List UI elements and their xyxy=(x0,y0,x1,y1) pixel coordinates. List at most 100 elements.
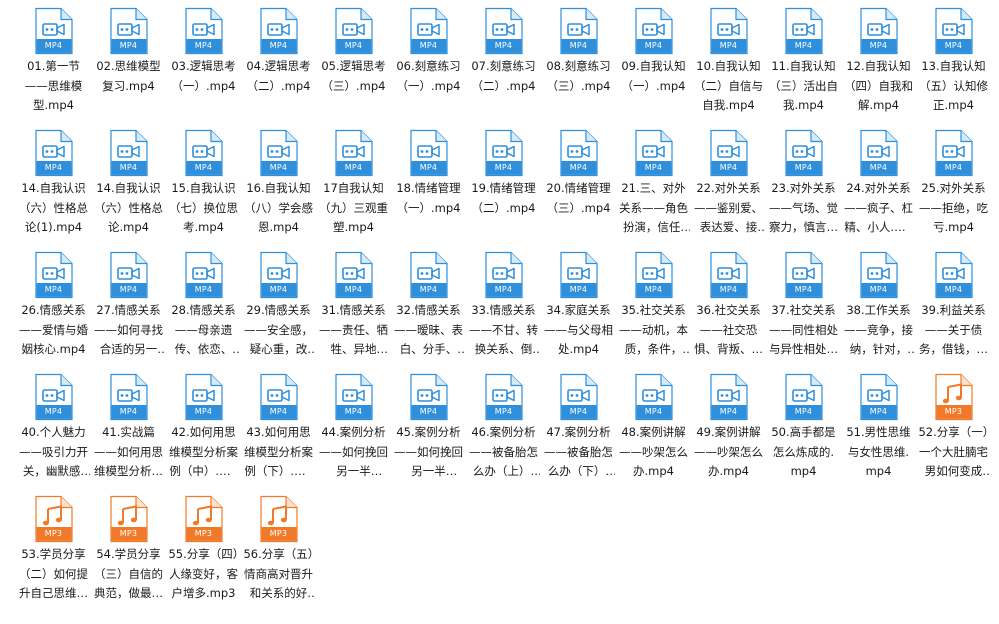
file-name: 54.学员分享（三）自信的典范，做最好的… xyxy=(94,547,163,600)
file-type-tag: MP4 xyxy=(44,285,63,294)
file-item-55[interactable]: MP3 55.分享（四）人缘变好，客户增多.mp3 xyxy=(166,495,241,617)
file-item-2[interactable]: MP4 02.思维模型复习.mp4 xyxy=(91,7,166,129)
file-item-30[interactable]: MP4 29.情感关系——安全感，疑心重，改变… xyxy=(241,251,316,373)
file-item-42[interactable]: MP4 42.如何用思维模型分析案例（中）.mp4 xyxy=(166,373,241,495)
file-item-29[interactable]: MP4 28.情感关系——母亲遗传、依恋、作、… xyxy=(166,251,241,373)
file-item-3[interactable]: MP4 03.逻辑思考（一）.mp4 xyxy=(166,7,241,129)
file-name: 32.情感关系——暧昧、表白、分手、挽… xyxy=(394,303,463,356)
video-file-icon: MP4 xyxy=(634,129,674,177)
file-item-4[interactable]: MP4 04.逻辑思考（二）.mp4 xyxy=(241,7,316,129)
file-item-35[interactable]: MP4 35.社交关系——动机，本质，条件，自… xyxy=(616,251,691,373)
file-name: 39.利益关系——关于债务，借钱，分歧… xyxy=(919,303,988,356)
file-item-34[interactable]: MP4 34.家庭关系——与父母相处.mp4 xyxy=(541,251,616,373)
file-item-10[interactable]: MP4 10.自我认知（二）自信与自我.mp4 xyxy=(691,7,766,129)
file-name: 56.分享（五）情商高对晋升和关系的好处… xyxy=(243,547,314,600)
file-grid: MP4 01.第一节——思维模型.mp4 MP4 02.思维模型复习.mp4 M… xyxy=(16,7,996,617)
file-item-18[interactable]: MP4 17自我认知（九）三观重塑.mp4 xyxy=(316,129,391,251)
video-file-icon: MP4 xyxy=(34,7,74,55)
file-item-40[interactable]: MP4 40.个人魅力——吸引力开关，幽默感.mp4 xyxy=(16,373,91,495)
video-file-icon: MP4 xyxy=(259,373,299,421)
file-item-39[interactable]: MP4 39.利益关系——关于债务，借钱，分歧… xyxy=(916,251,991,373)
file-item-27[interactable]: MP4 26.情感关系——爱情与婚姻核心.mp4 xyxy=(16,251,91,373)
file-item-1[interactable]: MP4 01.第一节——思维模型.mp4 xyxy=(16,7,91,129)
file-name: 27.情感关系——如何寻找合适的另一半，… xyxy=(94,303,163,356)
file-type-tag: MP4 xyxy=(269,41,288,50)
file-name: 26.情感关系——爱情与婚姻核心.mp4 xyxy=(19,303,88,356)
file-item-23[interactable]: MP4 22.对外关系——鉴别爱、表达爱、接受… xyxy=(691,129,766,251)
file-type-tag: MP4 xyxy=(569,285,588,294)
file-type-tag: MP4 xyxy=(44,163,63,172)
file-item-6[interactable]: MP4 06.刻意练习（一）.mp4 xyxy=(391,7,466,129)
file-item-13[interactable]: MP4 13.自我认知（五）认知修正.mp4 xyxy=(916,7,991,129)
file-item-21[interactable]: MP4 20.情绪管理（三）.mp4 xyxy=(541,129,616,251)
file-item-45[interactable]: MP4 45.案例分析——如何挽回另一半（下）.m… xyxy=(391,373,466,495)
file-item-47[interactable]: MP4 47.案例分析——被备胎怎么办（下）.mp4 xyxy=(541,373,616,495)
file-type-tag: MP4 xyxy=(719,407,738,416)
file-item-9[interactable]: MP4 09.自我认知（一）.mp4 xyxy=(616,7,691,129)
file-type-tag: MP4 xyxy=(419,41,438,50)
file-item-5[interactable]: MP4 05.逻辑思考（三）.mp4 xyxy=(316,7,391,129)
file-item-11[interactable]: MP4 11.自我认知（三）活出自我.mp4 xyxy=(766,7,841,129)
file-item-22[interactable]: MP4 21.三、对外关系——角色扮演，信任.mp4 xyxy=(616,129,691,251)
file-type-tag: MP4 xyxy=(944,163,963,172)
video-file-icon: MP4 xyxy=(259,129,299,177)
file-name: 14.自我认识（六）性格总论(1).mp4 xyxy=(19,181,88,234)
file-item-28[interactable]: MP4 27.情感关系——如何寻找合适的另一半，… xyxy=(91,251,166,373)
file-item-15[interactable]: MP4 14.自我认识（六）性格总论.mp4 xyxy=(91,129,166,251)
file-item-26[interactable]: MP4 25.对外关系——拒绝，吃亏.mp4 xyxy=(916,129,991,251)
file-item-36[interactable]: MP4 36.社交关系——社交恐惧、背叛、好友… xyxy=(691,251,766,373)
video-file-icon: MP4 xyxy=(334,373,374,421)
file-type-tag: MP4 xyxy=(869,41,888,50)
file-item-37[interactable]: MP4 37.社交关系——同性相处与异性相处，真… xyxy=(766,251,841,373)
file-name: 44.案例分析——如何挽回另一半（上）.m… xyxy=(319,425,388,478)
file-name: 12.自我认知（四）自我和解.mp4 xyxy=(844,59,913,112)
file-item-33[interactable]: MP4 33.情感关系——不甘、转换关系、倒追… xyxy=(466,251,541,373)
file-type-tag: MP4 xyxy=(119,285,138,294)
video-file-icon: MP4 xyxy=(184,373,224,421)
video-file-icon: MP4 xyxy=(934,7,974,55)
file-item-7[interactable]: MP4 07.刻意练习（二）.mp4 xyxy=(466,7,541,129)
file-item-50[interactable]: MP4 50.高手都是怎么炼成的.mp4 xyxy=(766,373,841,495)
video-file-icon: MP4 xyxy=(934,129,974,177)
file-item-25[interactable]: MP4 24.对外关系——疯子、杠精、小人.mp4 xyxy=(841,129,916,251)
video-file-icon: MP4 xyxy=(559,373,599,421)
file-item-32[interactable]: MP4 32.情感关系——暧昧、表白、分手、挽… xyxy=(391,251,466,373)
file-item-17[interactable]: MP4 16.自我认知（八）学会感恩.mp4 xyxy=(241,129,316,251)
file-name: 29.情感关系——安全感，疑心重，改变… xyxy=(244,303,313,356)
file-name: 37.社交关系——同性相处与异性相处，真… xyxy=(769,303,838,356)
file-item-14[interactable]: MP4 14.自我认识（六）性格总论(1).mp4 xyxy=(16,129,91,251)
video-file-icon: MP4 xyxy=(859,129,899,177)
file-item-46[interactable]: MP4 46.案例分析——被备胎怎么办（上）.mp4 xyxy=(466,373,541,495)
file-item-16[interactable]: MP4 15.自我认识（七）换位思考.mp4 xyxy=(166,129,241,251)
file-item-49[interactable]: MP4 49.案例讲解——吵架怎么办.mp4 xyxy=(691,373,766,495)
file-name: 23.对外关系——气场、觉察力，慎言… xyxy=(769,181,838,234)
file-item-54[interactable]: MP3 54.学员分享（三）自信的典范，做最好的… xyxy=(91,495,166,617)
video-file-icon: MP4 xyxy=(259,251,299,299)
file-item-12[interactable]: MP4 12.自我认知（四）自我和解.mp4 xyxy=(841,7,916,129)
file-type-tag: MP4 xyxy=(569,163,588,172)
file-item-44[interactable]: MP4 44.案例分析——如何挽回另一半（上）.m… xyxy=(316,373,391,495)
file-item-19[interactable]: MP4 18.情绪管理（一）.mp4 xyxy=(391,129,466,251)
file-item-52[interactable]: MP3 52.分享（一）一个大肚腩宅男如何变成6… xyxy=(916,373,991,495)
file-name: 01.第一节——思维模型.mp4 xyxy=(24,59,83,112)
file-item-41[interactable]: MP4 41.实战篇——如何用思维模型分析案例… xyxy=(91,373,166,495)
file-type-tag: MP4 xyxy=(719,41,738,50)
file-type-tag: MP4 xyxy=(344,163,363,172)
audio-file-icon: MP3 xyxy=(109,495,149,543)
file-item-53[interactable]: MP3 53.学员分享（二）如何提升自己思维认知… xyxy=(16,495,91,617)
file-type-tag: MP4 xyxy=(419,163,438,172)
file-item-20[interactable]: MP4 19.情绪管理（二）.mp4 xyxy=(466,129,541,251)
file-item-31[interactable]: MP4 31.情感关系——责任、牺牲、异地恋、… xyxy=(316,251,391,373)
video-file-icon: MP4 xyxy=(184,129,224,177)
file-item-51[interactable]: MP4 51.男性思维与女性思维.mp4 xyxy=(841,373,916,495)
file-item-43[interactable]: MP4 43.如何用思维模型分析案例（下）.mp4 xyxy=(241,373,316,495)
file-item-8[interactable]: MP4 08.刻意练习（三）.mp4 xyxy=(541,7,616,129)
file-item-24[interactable]: MP4 23.对外关系——气场、觉察力，慎言… xyxy=(766,129,841,251)
file-item-38[interactable]: MP4 38.工作关系——竞争，接纳，针对，平… xyxy=(841,251,916,373)
file-item-48[interactable]: MP4 48.案例讲解——吵架怎么办.mp4 xyxy=(616,373,691,495)
file-name: 20.情绪管理（三）.mp4 xyxy=(546,181,611,215)
file-item-56[interactable]: MP3 56.分享（五）情商高对晋升和关系的好处… xyxy=(241,495,316,617)
file-name: 08.刻意练习（三）.mp4 xyxy=(546,59,611,93)
file-type-tag: MP4 xyxy=(44,407,63,416)
file-type-tag: MP4 xyxy=(869,407,888,416)
